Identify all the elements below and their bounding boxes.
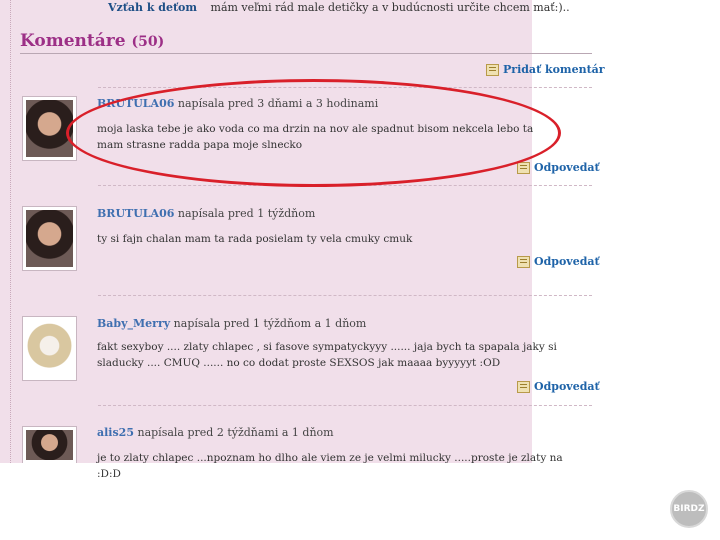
reply-label: Odpovedať [534,380,600,393]
comment-time: napísala pred 1 týždňom a 1 dňom [173,317,367,330]
add-comment-label: Pridať komentár [503,63,605,76]
add-comment-button[interactable]: Pridať komentár [486,63,605,76]
note-icon [517,161,530,174]
comment-text: fakt sexyboy .... zlaty chlapec , si fas… [97,341,557,369]
comment-meta: alis25 napísala pred 2 týždňami a 1 dňom [97,426,334,439]
comment-author-link[interactable]: Baby_Merry [97,317,170,330]
note-icon [486,63,499,76]
comment-author-link[interactable]: BRUTULA06 [97,207,174,220]
profile-field-row: Vzťah k deťom mám veľmi rád male detičky… [108,1,570,14]
comments-count: (50) [131,34,165,50]
comment-text: ty si fajn chalan mam ta rada posielam t… [97,233,413,245]
panel-border [10,0,11,463]
avatar-image [26,210,73,267]
divider [98,405,592,406]
avatar-image [26,320,73,377]
comment-meta: Baby_Merry napísala pred 1 týždňom a 1 d… [97,317,366,330]
comment-author-link[interactable]: alis25 [97,426,134,439]
avatar[interactable] [22,206,77,271]
reply-button[interactable]: Odpovedať [517,380,600,393]
avatar[interactable] [22,316,77,381]
comment-meta: BRUTULA06 napísala pred 1 týždňom [97,207,315,220]
watermark-text: BIRDZ [673,504,705,514]
note-icon [517,255,530,268]
watermark-logo: BIRDZ [670,490,708,528]
profile-field-label: Vzťah k deťom [108,1,198,14]
reply-button[interactable]: Odpovedať [517,255,600,268]
note-icon [517,380,530,393]
comment-time: napísala pred 1 týždňom [177,207,316,220]
comment-text: je to zlaty chlapec ...npoznam ho dlho a… [97,452,563,480]
avatar[interactable] [22,426,77,463]
title-divider [20,53,592,54]
comment-time: napísala pred 2 týždňami a 1 dňom [137,426,334,439]
reply-label: Odpovedať [534,255,600,268]
profile-field-value: mám veľmi rád male detičky a v budúcnost… [210,1,570,14]
comments-title: Komentáre (50) [20,31,164,51]
avatar-image [26,430,73,460]
divider [98,295,592,296]
comments-title-text: Komentáre [20,31,126,51]
highlight-ellipse [66,79,561,187]
reply-label: Odpovedať [534,161,600,174]
reply-button[interactable]: Odpovedať [517,161,600,174]
